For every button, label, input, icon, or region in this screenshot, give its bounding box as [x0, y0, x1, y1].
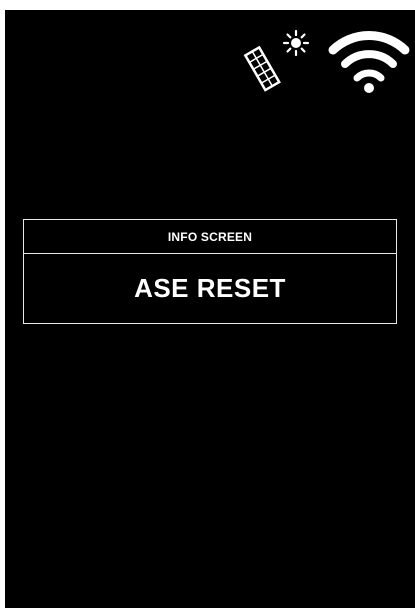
solar-panel-sun-icon: [243, 29, 310, 92]
info-panel-title: INFO SCREEN: [24, 220, 396, 254]
status-bar: [241, 18, 411, 98]
device-frame: INFO SCREEN ASE RESET: [0, 0, 415, 614]
display-screen: INFO SCREEN ASE RESET: [5, 10, 415, 608]
info-panel-message: ASE RESET: [134, 273, 286, 303]
wifi-icon: [328, 31, 410, 93]
info-panel: INFO SCREEN ASE RESET: [23, 219, 397, 324]
